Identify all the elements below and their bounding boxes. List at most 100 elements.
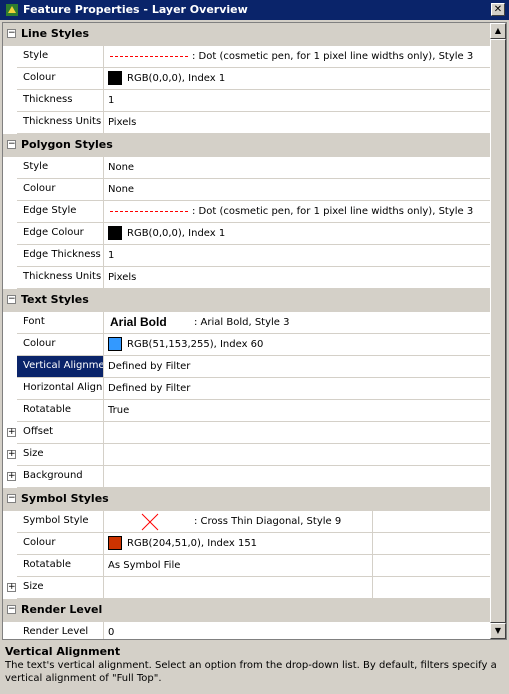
property-row-style[interactable]: Style: Dot (cosmetic pen, for 1 pixel li… (3, 46, 491, 68)
property-name: Edge Style (23, 205, 77, 216)
property-name-cell[interactable]: Thickness Units (17, 112, 103, 134)
property-name-cell[interactable]: Rotatable (17, 555, 103, 577)
property-value-cell[interactable]: 1 (103, 245, 491, 267)
collapse-icon[interactable]: − (7, 605, 16, 614)
property-name-cell[interactable]: Style (17, 46, 103, 68)
expand-icon[interactable]: + (7, 583, 16, 592)
property-name-cell[interactable]: Offset (17, 422, 103, 444)
property-value-cell[interactable]: None (103, 179, 491, 201)
property-name-cell[interactable]: Colour (17, 68, 103, 90)
property-value-cell[interactable]: Pixels (103, 112, 491, 134)
property-row-edge-style[interactable]: Edge Style : Dot (cosmetic pen, for 1 pix… (3, 201, 491, 223)
property-row-rotatable[interactable]: Rotatable As Symbol File (3, 555, 491, 577)
property-row-thickness-units[interactable]: Thickness Units Pixels (3, 112, 491, 134)
scroll-down-button[interactable]: ▼ (490, 623, 506, 639)
property-row-size[interactable]: + Size (3, 444, 491, 466)
property-value-cell[interactable]: Defined by Filter (103, 356, 491, 378)
property-name-cell[interactable]: Colour (17, 533, 103, 555)
property-name-cell[interactable]: Symbol Style (17, 511, 103, 533)
property-value-cell[interactable]: True (103, 400, 491, 422)
scroll-up-button[interactable]: ▲ (490, 23, 506, 39)
property-name-cell[interactable]: Horizontal Alignment (17, 378, 103, 400)
property-name: Edge Colour (23, 227, 84, 238)
category-text-styles[interactable]: − Text Styles (3, 289, 490, 312)
scroll-thumb[interactable] (490, 39, 506, 623)
collapse-icon[interactable]: − (7, 295, 16, 304)
property-name-cell[interactable]: Style (17, 157, 103, 179)
color-swatch (108, 226, 122, 240)
property-row-font[interactable]: Font Arial Bold: Arial Bold, Style 3 (3, 312, 491, 334)
property-value-cell[interactable]: Defined by Filter (103, 378, 491, 400)
category-symbol-styles[interactable]: − Symbol Styles (3, 488, 490, 511)
property-row-horizontal-alignment[interactable]: Horizontal Alignment Defined by Filter (3, 378, 491, 400)
property-row-render-level[interactable]: Render Level 0 (3, 622, 491, 639)
property-name-cell[interactable]: Thickness Units (17, 267, 103, 289)
vertical-scrollbar[interactable]: ▲ ▼ (490, 23, 506, 639)
property-value-cell[interactable]: : Dot (cosmetic pen, for 1 pixel line wi… (103, 201, 491, 223)
expand-icon[interactable]: + (7, 450, 16, 459)
category-polygon-styles[interactable]: − Polygon Styles (3, 134, 490, 157)
property-value-cell[interactable]: 1 (103, 90, 491, 112)
property-value-cell[interactable]: Pixels (103, 267, 491, 289)
property-name-cell[interactable]: Edge Style (17, 201, 103, 223)
property-row-size[interactable]: + Size (3, 577, 491, 599)
title-bar[interactable]: Feature Properties - Layer Overview ✕ (0, 0, 509, 20)
property-row-colour[interactable]: Colour None (3, 179, 491, 201)
expand-icon[interactable]: + (7, 472, 16, 481)
property-row-vertical-alignment[interactable]: Vertical Alignment Defined by Filter (3, 356, 491, 378)
property-name-cell[interactable]: Size (17, 444, 103, 466)
property-value-cell[interactable]: RGB(51,153,255), Index 60 (103, 334, 491, 356)
property-name-cell[interactable]: Background (17, 466, 103, 488)
column-divider (372, 577, 373, 598)
property-value-cell[interactable] (103, 466, 491, 488)
property-row-edge-colour[interactable]: Edge Colour RGB(0,0,0), Index 1 (3, 223, 491, 245)
property-value-cell[interactable]: : Dot (cosmetic pen, for 1 pixel line wi… (103, 46, 491, 68)
property-value-cell[interactable]: 0 (103, 622, 491, 639)
property-value-cell[interactable]: None (103, 157, 491, 179)
property-value-cell[interactable] (103, 577, 491, 599)
property-name-cell[interactable]: Size (17, 577, 103, 599)
expand-icon[interactable]: + (7, 428, 16, 437)
property-row-colour[interactable]: Colour RGB(51,153,255), Index 60 (3, 334, 491, 356)
property-name-cell[interactable]: Rotatable (17, 400, 103, 422)
property-name: Thickness (23, 94, 73, 105)
property-value: Defined by Filter (108, 361, 191, 372)
property-value-cell[interactable]: Arial Bold: Arial Bold, Style 3 (103, 312, 491, 334)
property-row-colour[interactable]: Colour RGB(0,0,0), Index 1 (3, 68, 491, 90)
property-row-thickness-units[interactable]: Thickness Units Pixels (3, 267, 491, 289)
property-name-cell[interactable]: Thickness (17, 90, 103, 112)
collapse-icon[interactable]: − (7, 494, 16, 503)
property-row-style[interactable]: Style None (3, 157, 491, 179)
category-render-level[interactable]: − Render Level (3, 599, 490, 622)
property-row-background[interactable]: + Background (3, 466, 491, 488)
collapse-icon[interactable]: − (7, 140, 16, 149)
property-value-cell[interactable]: RGB(204,51,0), Index 151 (103, 533, 491, 555)
property-value-cell[interactable]: : Cross Thin Diagonal, Style 9 (103, 511, 491, 533)
property-value-cell[interactable] (103, 444, 491, 466)
property-row-edge-thickness[interactable]: Edge Thickness 1 (3, 245, 491, 267)
property-name-cell[interactable]: Colour (17, 334, 103, 356)
property-name-cell[interactable]: Colour (17, 179, 103, 201)
property-value-cell[interactable]: RGB(0,0,0), Index 1 (103, 68, 491, 90)
property-name-cell[interactable]: Edge Thickness (17, 245, 103, 267)
property-row-symbol-style[interactable]: Symbol Style: Cross Thin Diagonal, Style… (3, 511, 491, 533)
property-value-cell[interactable]: RGB(0,0,0), Index 1 (103, 223, 491, 245)
property-row-thickness[interactable]: Thickness 1 (3, 90, 491, 112)
close-button[interactable]: ✕ (491, 3, 505, 16)
property-name-cell[interactable]: Font (17, 312, 103, 334)
property-row-offset[interactable]: + Offset (3, 422, 491, 444)
property-grid[interactable]: − Line Styles Style: Dot (cosmetic pen, fo… (2, 22, 507, 640)
color-swatch (108, 337, 122, 351)
property-value-cell[interactable]: As Symbol File (103, 555, 491, 577)
property-name-cell[interactable]: Vertical Alignment (17, 356, 103, 378)
property-name-cell[interactable]: Edge Colour (17, 223, 103, 245)
category-label: Text Styles (21, 293, 89, 306)
category-line-styles[interactable]: − Line Styles (3, 23, 490, 46)
property-name-cell[interactable]: Render Level (17, 622, 103, 639)
property-row-rotatable[interactable]: Rotatable True (3, 400, 491, 422)
property-value-cell[interactable] (103, 422, 491, 444)
property-value: Defined by Filter (108, 383, 191, 394)
property-name: Colour (23, 537, 56, 548)
collapse-icon[interactable]: − (7, 29, 16, 38)
property-row-colour[interactable]: Colour RGB(204,51,0), Index 151 (3, 533, 491, 555)
